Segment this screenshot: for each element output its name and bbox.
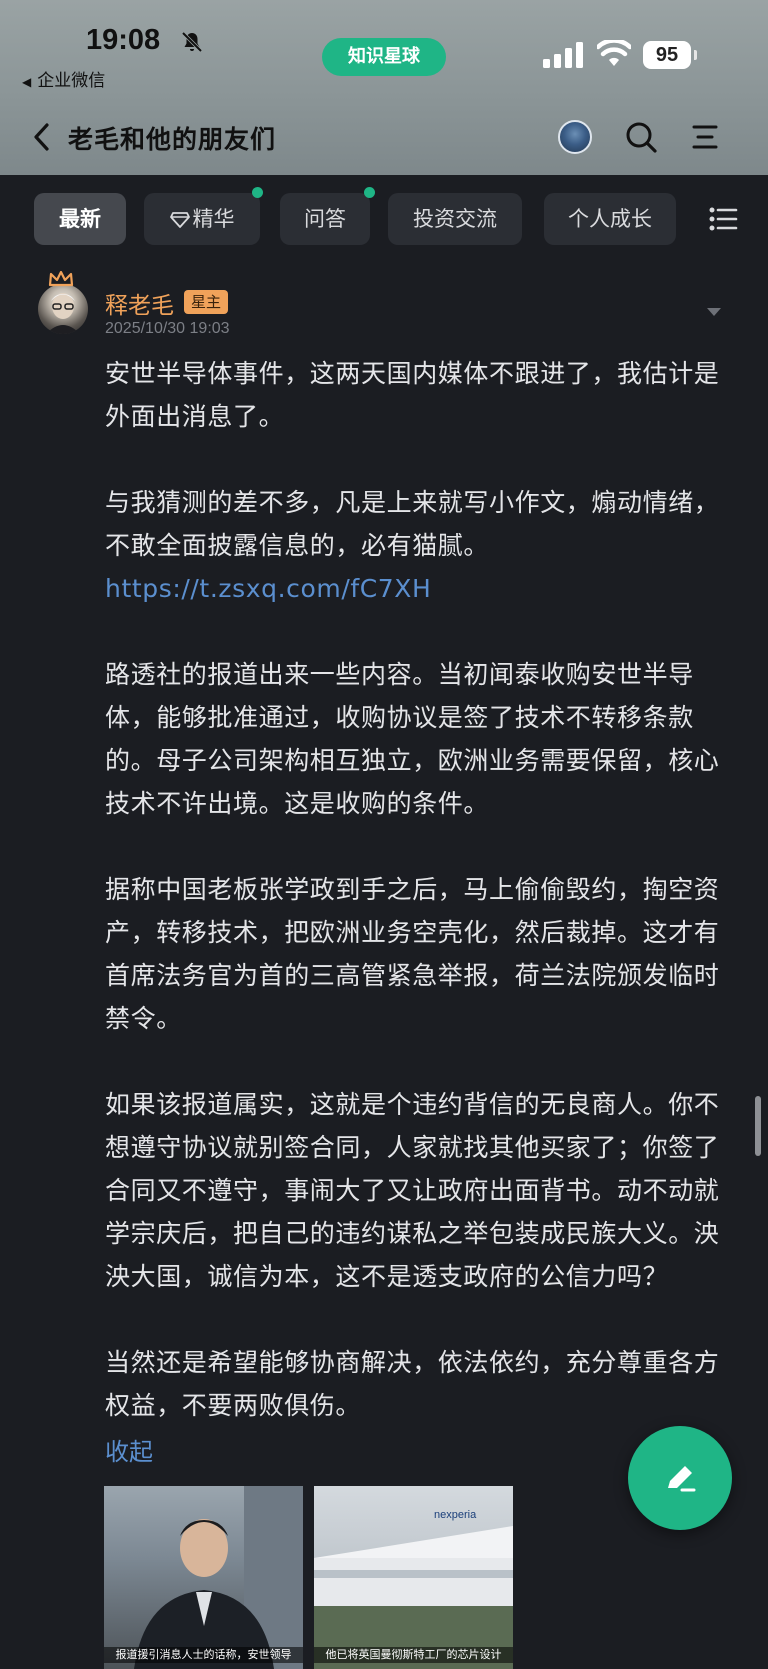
- tab-label: 问答: [304, 207, 346, 231]
- new-dot-badge: [252, 187, 263, 198]
- back-triangle-icon: ◀: [22, 75, 32, 89]
- post-paragraph: 与我猜测的差不多，凡是上来就写小作文，煽动情绪，不敢全面披露信息的，必有猫腻。 …: [105, 481, 725, 610]
- image-caption: 他已将英国曼彻斯特工厂的芯片设计: [314, 1647, 513, 1663]
- author-name[interactable]: 释老毛: [105, 286, 174, 320]
- app-name-pill[interactable]: 知识星球: [322, 38, 446, 76]
- battery-indicator: 95: [643, 41, 697, 69]
- author-avatar[interactable]: [38, 284, 88, 334]
- category-list-icon[interactable]: [708, 205, 738, 233]
- paragraph-text: 与我猜测的差不多，凡是上来就写小作文，煽动情绪，不敢全面披露信息的，必有猫腻。: [105, 488, 720, 560]
- owner-badge: 星主: [184, 290, 229, 314]
- back-arrow-icon[interactable]: [32, 122, 52, 152]
- group-avatar[interactable]: [558, 120, 592, 154]
- post-link[interactable]: https://t.zsxq.com/fC7XH: [105, 574, 431, 603]
- pencil-icon: [668, 1466, 696, 1492]
- factory-photo-icon: nexperia: [314, 1509, 513, 1669]
- post-more-icon[interactable]: [706, 306, 722, 318]
- post-image[interactable]: 报道援引消息人士的话称，安世领导: [104, 1486, 303, 1669]
- image-caption: 报道援引消息人士的话称，安世领导: [104, 1647, 303, 1663]
- post-paragraph: 安世半导体事件，这两天国内媒体不跟进了，我估计是外面出消息了。: [105, 359, 720, 431]
- post-paragraph: 当然还是希望能够协商解决，依法依约，充分尊重各方权益，不要两败俱伤。: [105, 1348, 720, 1420]
- status-time: 19:08: [86, 24, 161, 56]
- scrollbar[interactable]: [755, 1096, 761, 1156]
- compose-button[interactable]: [628, 1426, 732, 1530]
- tab-label: 投资交流: [413, 207, 497, 231]
- post-body: 安世半导体事件，这两天国内媒体不跟进了，我估计是外面出消息了。 与我猜测的差不多…: [105, 352, 725, 1470]
- search-icon[interactable]: [624, 120, 658, 154]
- crown-icon: [48, 271, 74, 287]
- tab-growth[interactable]: 个人成长: [544, 193, 676, 245]
- back-app-label: 企业微信: [37, 71, 106, 91]
- mute-bell-icon: [181, 31, 203, 53]
- tab-label: 个人成长: [568, 207, 652, 231]
- page-title: 老毛和他的朋友们: [68, 125, 277, 154]
- top-header: 19:08 ◀ 企业微信 知识星球 95 老毛和他的朋友们: [0, 0, 768, 175]
- post-paragraph: 如果该报道属实，这就是个违约背信的无良商人。你不想遵守协议就别签合同，人家就找其…: [105, 1090, 720, 1291]
- post-paragraph: 路透社的报道出来一些内容。当初闻泰收购安世半导体，能够批准通过，收购协议是签了技…: [105, 660, 720, 818]
- post-image[interactable]: nexperia 他已将英国曼彻斯特工厂的芯片设计: [314, 1486, 513, 1669]
- menu-icon[interactable]: [690, 122, 720, 152]
- tab-latest[interactable]: 最新: [34, 193, 126, 245]
- gem-icon: [169, 212, 190, 228]
- author-portrait-icon: [46, 293, 80, 334]
- back-to-app-link[interactable]: ◀ 企业微信: [22, 66, 105, 91]
- tab-investment[interactable]: 投资交流: [388, 193, 522, 245]
- collapse-link[interactable]: 收起: [105, 1432, 153, 1467]
- tab-featured[interactable]: 精华: [144, 187, 263, 245]
- post-timestamp: 2025/10/30 19:03: [105, 320, 230, 337]
- tab-label: 精华: [192, 207, 235, 231]
- new-dot-badge: [364, 187, 375, 198]
- svg-text:nexperia: nexperia: [434, 1509, 477, 1521]
- tab-label: 最新: [59, 207, 101, 231]
- post-paragraph: 据称中国老板张学政到手之后，马上偷偷毁约，掏空资产，转移技术，把欧洲业务空壳化，…: [105, 875, 720, 1033]
- tab-qa[interactable]: 问答: [280, 187, 375, 245]
- portrait-photo-icon: [134, 1486, 303, 1669]
- cellular-signal-icon: [543, 42, 583, 68]
- wifi-icon: [597, 40, 631, 66]
- category-tabs: 最新 精华 问答 投资交流 个人成长: [0, 175, 768, 255]
